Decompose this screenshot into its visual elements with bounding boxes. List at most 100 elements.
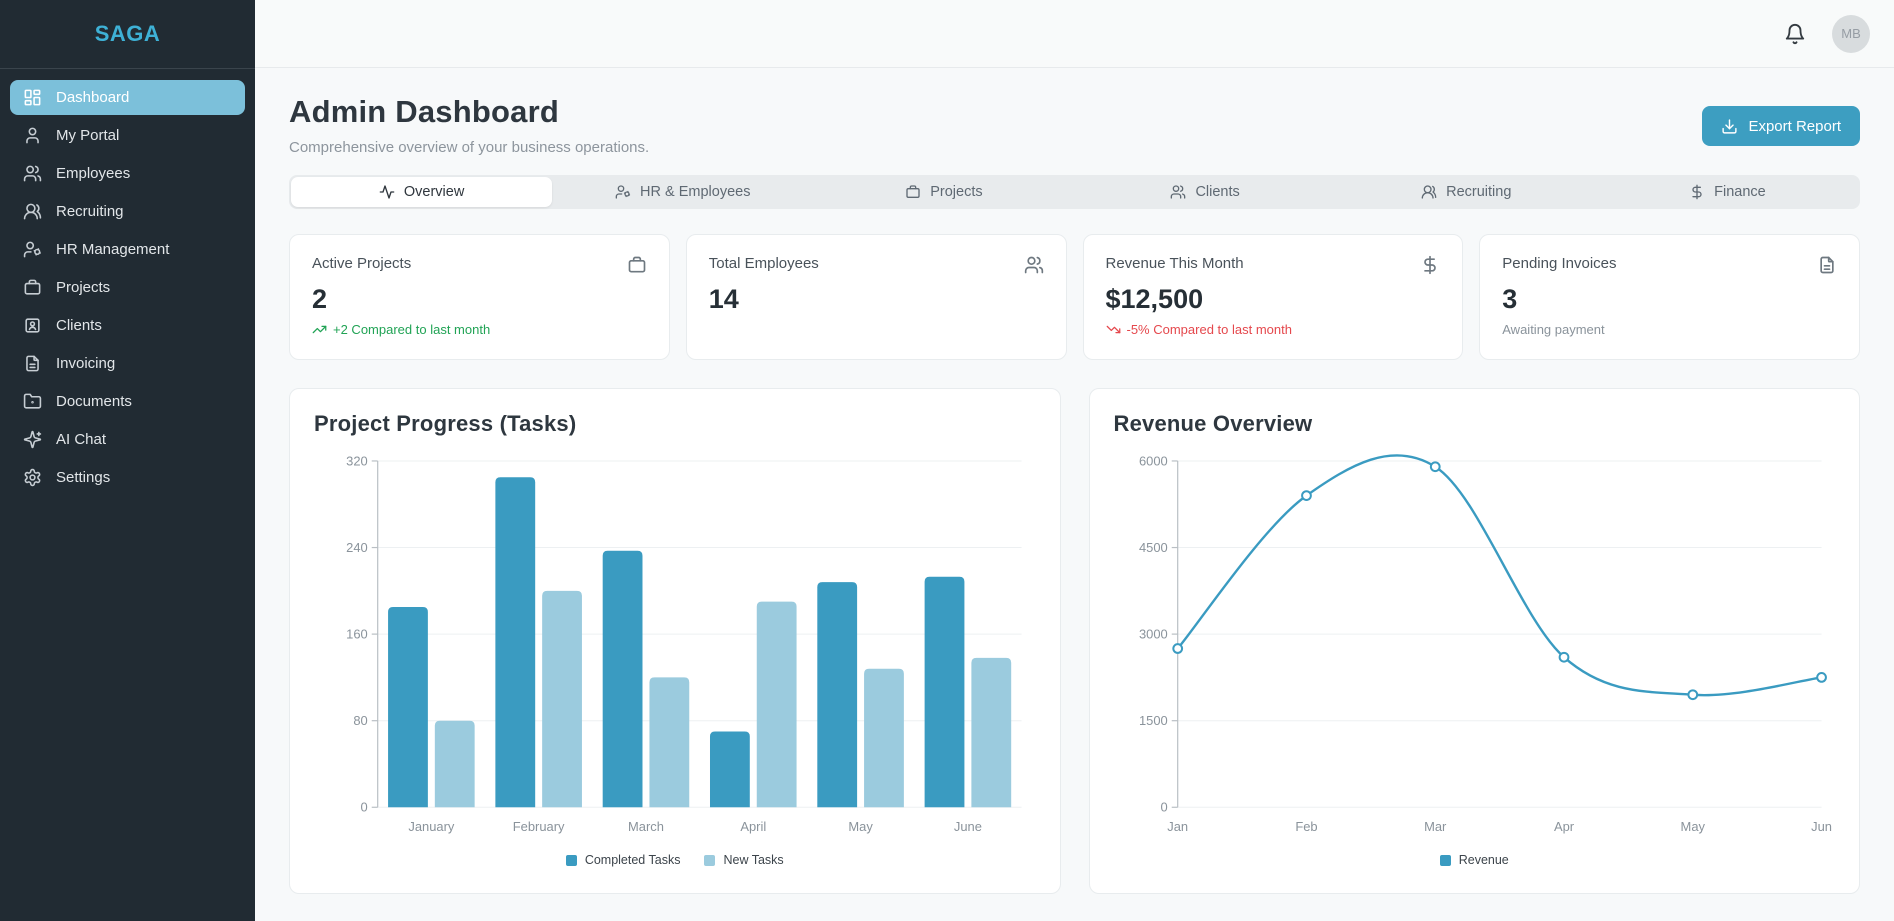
bar-june-completed-tasks [925, 577, 965, 808]
tab-overview[interactable]: Overview [291, 177, 552, 207]
file-text-icon [23, 354, 42, 373]
sidebar-item-label: Documents [56, 393, 132, 410]
bell-icon [1784, 23, 1806, 45]
stat-delta: Awaiting payment [1502, 322, 1837, 337]
legend-swatch [1440, 855, 1451, 866]
sidebar-item-documents[interactable]: Documents [10, 384, 245, 419]
export-report-button[interactable]: Export Report [1702, 106, 1860, 146]
chart-title: Revenue Overview [1114, 411, 1836, 437]
sidebar-item-label: Dashboard [56, 89, 129, 106]
legend-label: Completed Tasks [585, 853, 681, 867]
line-chart: 01500300045006000JanFebMarAprMayJun [1114, 453, 1836, 843]
notifications-button[interactable] [1784, 23, 1806, 45]
bar-chart: 080160240320JanuaryFebruaryMarchAprilMay… [314, 453, 1036, 843]
users-icon [23, 164, 42, 183]
stat-value: 3 [1502, 284, 1837, 315]
svg-text:June: June [954, 819, 982, 834]
svg-text:Jun: Jun [1811, 819, 1832, 834]
stat-card-top: Pending Invoices [1502, 255, 1837, 275]
svg-text:240: 240 [346, 540, 368, 555]
briefcase-icon [23, 278, 42, 297]
export-report-label: Export Report [1748, 118, 1841, 135]
stat-value: 2 [312, 284, 647, 315]
svg-text:4500: 4500 [1139, 540, 1168, 555]
point-may-revenue [1688, 690, 1697, 699]
page-subtitle: Comprehensive overview of your business … [289, 139, 649, 156]
stats-row: Active Projects 2 +2 Compared to last mont… [289, 234, 1860, 360]
sidebar-item-dashboard[interactable]: Dashboard [10, 80, 245, 115]
sidebar-item-label: HR Management [56, 241, 169, 258]
line-revenue [1177, 455, 1821, 695]
tab-projects[interactable]: Projects [813, 177, 1074, 207]
tab-clients[interactable]: Clients [1075, 177, 1336, 207]
sidebar-item-hr-management[interactable]: HR Management [10, 232, 245, 267]
bar-may-completed-tasks [817, 582, 857, 807]
sidebar-item-label: Recruiting [56, 203, 124, 220]
svg-text:1500: 1500 [1139, 713, 1168, 728]
stat-delta-text: -5% Compared to last month [1127, 322, 1292, 337]
sidebar-item-label: AI Chat [56, 431, 106, 448]
tab-recruiting[interactable]: Recruiting [1336, 177, 1597, 207]
sidebar: SAGA Dashboard My PortalEmployees Recruiti… [0, 0, 255, 921]
briefcase-icon [905, 184, 921, 200]
tab-finance[interactable]: Finance [1597, 177, 1858, 207]
svg-text:Mar: Mar [1424, 819, 1447, 834]
users-icon [1024, 255, 1044, 275]
content: Admin Dashboard Comprehensive overview o… [255, 68, 1894, 921]
svg-text:6000: 6000 [1139, 453, 1168, 468]
tab-label: HR & Employees [640, 184, 750, 200]
dollar-icon [1420, 255, 1440, 275]
legend-item-new-tasks[interactable]: New Tasks [704, 853, 783, 867]
user-cog-icon [615, 184, 631, 200]
bar-april-new-tasks [757, 602, 797, 808]
chart-card-revenue-overview: Revenue Overview01500300045006000JanFebM… [1089, 388, 1861, 894]
svg-text:Apr: Apr [1553, 819, 1574, 834]
tab-label: Overview [404, 184, 464, 200]
tab-label: Clients [1195, 184, 1239, 200]
charts-row: Project Progress (Tasks)080160240320Janu… [289, 388, 1860, 894]
app-logo: SAGA [0, 0, 255, 68]
sidebar-item-settings[interactable]: Settings [10, 460, 245, 495]
trend-down-icon [1106, 322, 1121, 337]
briefcase-icon [627, 255, 647, 275]
legend-item-completed-tasks[interactable]: Completed Tasks [566, 853, 681, 867]
stat-delta-text: +2 Compared to last month [333, 322, 490, 337]
sidebar-item-recruiting[interactable]: Recruiting [10, 194, 245, 229]
sidebar-item-projects[interactable]: Projects [10, 270, 245, 305]
sidebar-item-employees[interactable]: Employees [10, 156, 245, 191]
svg-text:80: 80 [353, 713, 367, 728]
sidebar-item-my-portal[interactable]: My Portal [10, 118, 245, 153]
folder-icon [23, 392, 42, 411]
bar-january-new-tasks [435, 721, 475, 808]
file-text-icon [1817, 255, 1837, 275]
svg-text:Feb: Feb [1295, 819, 1317, 834]
sidebar-item-invoicing[interactable]: Invoicing [10, 346, 245, 381]
topbar: MB [255, 0, 1894, 68]
stat-card-pending-invoices: Pending Invoices 3 Awaiting payment [1479, 234, 1860, 360]
stat-label: Active Projects [312, 255, 411, 272]
dashboard-icon [23, 88, 42, 107]
sidebar-item-label: Settings [56, 469, 110, 486]
sidebar-item-ai-chat[interactable]: AI Chat [10, 422, 245, 457]
users-icon [1170, 184, 1186, 200]
chart-card-project-progress-tasks: Project Progress (Tasks)080160240320Janu… [289, 388, 1061, 894]
chart-legend: Completed Tasks New Tasks [314, 853, 1036, 867]
stat-card-revenue-this-month: Revenue This Month$12,500-5% Compared to… [1083, 234, 1464, 360]
stat-card-top: Revenue This Month [1106, 255, 1441, 275]
sidebar-item-clients[interactable]: Clients [10, 308, 245, 343]
id-card-icon [23, 316, 42, 335]
stat-card-top: Total Employees [709, 255, 1044, 275]
chart-legend: Revenue [1114, 853, 1836, 867]
legend-item-revenue[interactable]: Revenue [1440, 853, 1509, 867]
tab-hr-employees[interactable]: HR & Employees [552, 177, 813, 207]
svg-text:March: March [628, 819, 664, 834]
tab-label: Finance [1714, 184, 1766, 200]
stat-delta: -5% Compared to last month [1106, 322, 1441, 337]
bar-june-new-tasks [971, 658, 1011, 807]
download-icon [1721, 118, 1738, 135]
svg-text:April: April [740, 819, 766, 834]
svg-text:3000: 3000 [1139, 627, 1168, 642]
tab-label: Projects [930, 184, 982, 200]
avatar[interactable]: MB [1832, 15, 1870, 53]
stat-label: Pending Invoices [1502, 255, 1616, 272]
